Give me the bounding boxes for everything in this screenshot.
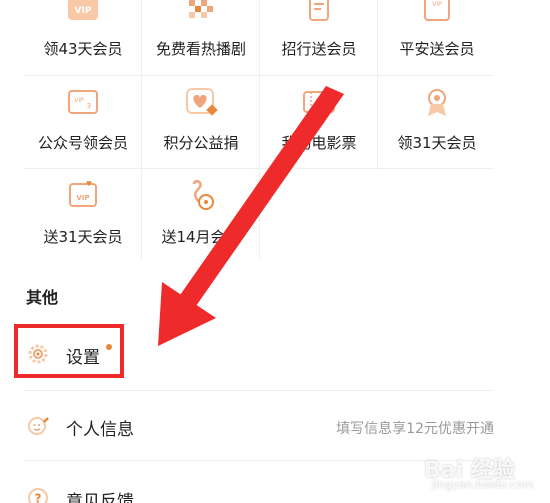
- feedback-label: 意见反馈: [66, 492, 134, 503]
- grid-divider: [24, 168, 494, 169]
- grid-item-points-donate[interactable]: 积分公益捐: [142, 76, 260, 168]
- row-divider: [24, 390, 494, 391]
- svg-text:VIP: VIP: [76, 194, 89, 202]
- annotation-highlight-box: [14, 324, 124, 378]
- grid-item-label: 公众号领会员: [37, 134, 128, 152]
- grid-item-label: 招行送会员: [281, 40, 357, 58]
- checker-icon: [189, 0, 213, 18]
- personal-info-label: 个人信息: [66, 420, 134, 440]
- grid-item-free-drama[interactable]: 免费看热播剧: [142, 0, 260, 70]
- svg-text:?: ?: [35, 492, 42, 503]
- heart-icon: [186, 88, 218, 116]
- vip-card-icon: VIP: [424, 0, 450, 21]
- grid-item-wechat-vip[interactable]: VIP 3 公众号领会员: [24, 76, 142, 168]
- svg-text:VIP: VIP: [74, 97, 84, 104]
- vip-ticket-icon: VIP: [68, 0, 98, 20]
- watermark-url: jingyan.baidu.com: [432, 478, 534, 491]
- svg-text:3: 3: [87, 102, 91, 110]
- grid-item-label: 平安送会员: [399, 40, 475, 58]
- personal-info-row[interactable]: 个人信息 填写信息享12元优惠开通: [0, 402, 550, 450]
- grid-item-43-day-vip[interactable]: VIP 领43天会员: [24, 0, 142, 70]
- gift-icon: [192, 179, 214, 210]
- grid-item-pingan-vip[interactable]: VIP 平安送会员: [378, 0, 496, 70]
- grid-item-label: 送31天会员: [43, 228, 123, 246]
- grid-item-gift-31-day-vip[interactable]: VIP 送31天会员: [24, 170, 142, 262]
- movie-ticket-icon: [303, 91, 335, 113]
- svg-text:VIP: VIP: [432, 1, 442, 8]
- svg-text:VIP: VIP: [75, 6, 92, 16]
- grid-item-label: 领31天会员: [397, 134, 477, 152]
- section-title-other: 其他: [26, 288, 59, 307]
- grid-item-movie-tickets[interactable]: 我的电影票: [260, 76, 378, 168]
- grid-item-label: 积分公益捐: [163, 134, 239, 152]
- grid-item-label: 我的电影票: [281, 134, 357, 152]
- vip-heart-icon: VIP: [69, 181, 97, 207]
- grid-item-cmb-vip[interactable]: 招行送会员: [260, 0, 378, 70]
- vip-card-icon: VIP3: [68, 90, 98, 114]
- grid-item-31-day-vip[interactable]: 领31天会员: [378, 76, 496, 168]
- grid-item-label: 免费看热播剧: [155, 40, 246, 58]
- grid-item-label: 送14月会员: [161, 228, 241, 246]
- personal-info-hint: 填写信息享12元优惠开通: [336, 421, 494, 437]
- badge-icon: [428, 89, 446, 116]
- help-icon: ?: [28, 488, 48, 503]
- grid-item-label: 领43天会员: [43, 40, 123, 58]
- document-icon: [309, 0, 329, 21]
- grid-item-14-month-vip[interactable]: 送14月会员: [142, 170, 260, 262]
- profile-edit-icon: [28, 417, 49, 435]
